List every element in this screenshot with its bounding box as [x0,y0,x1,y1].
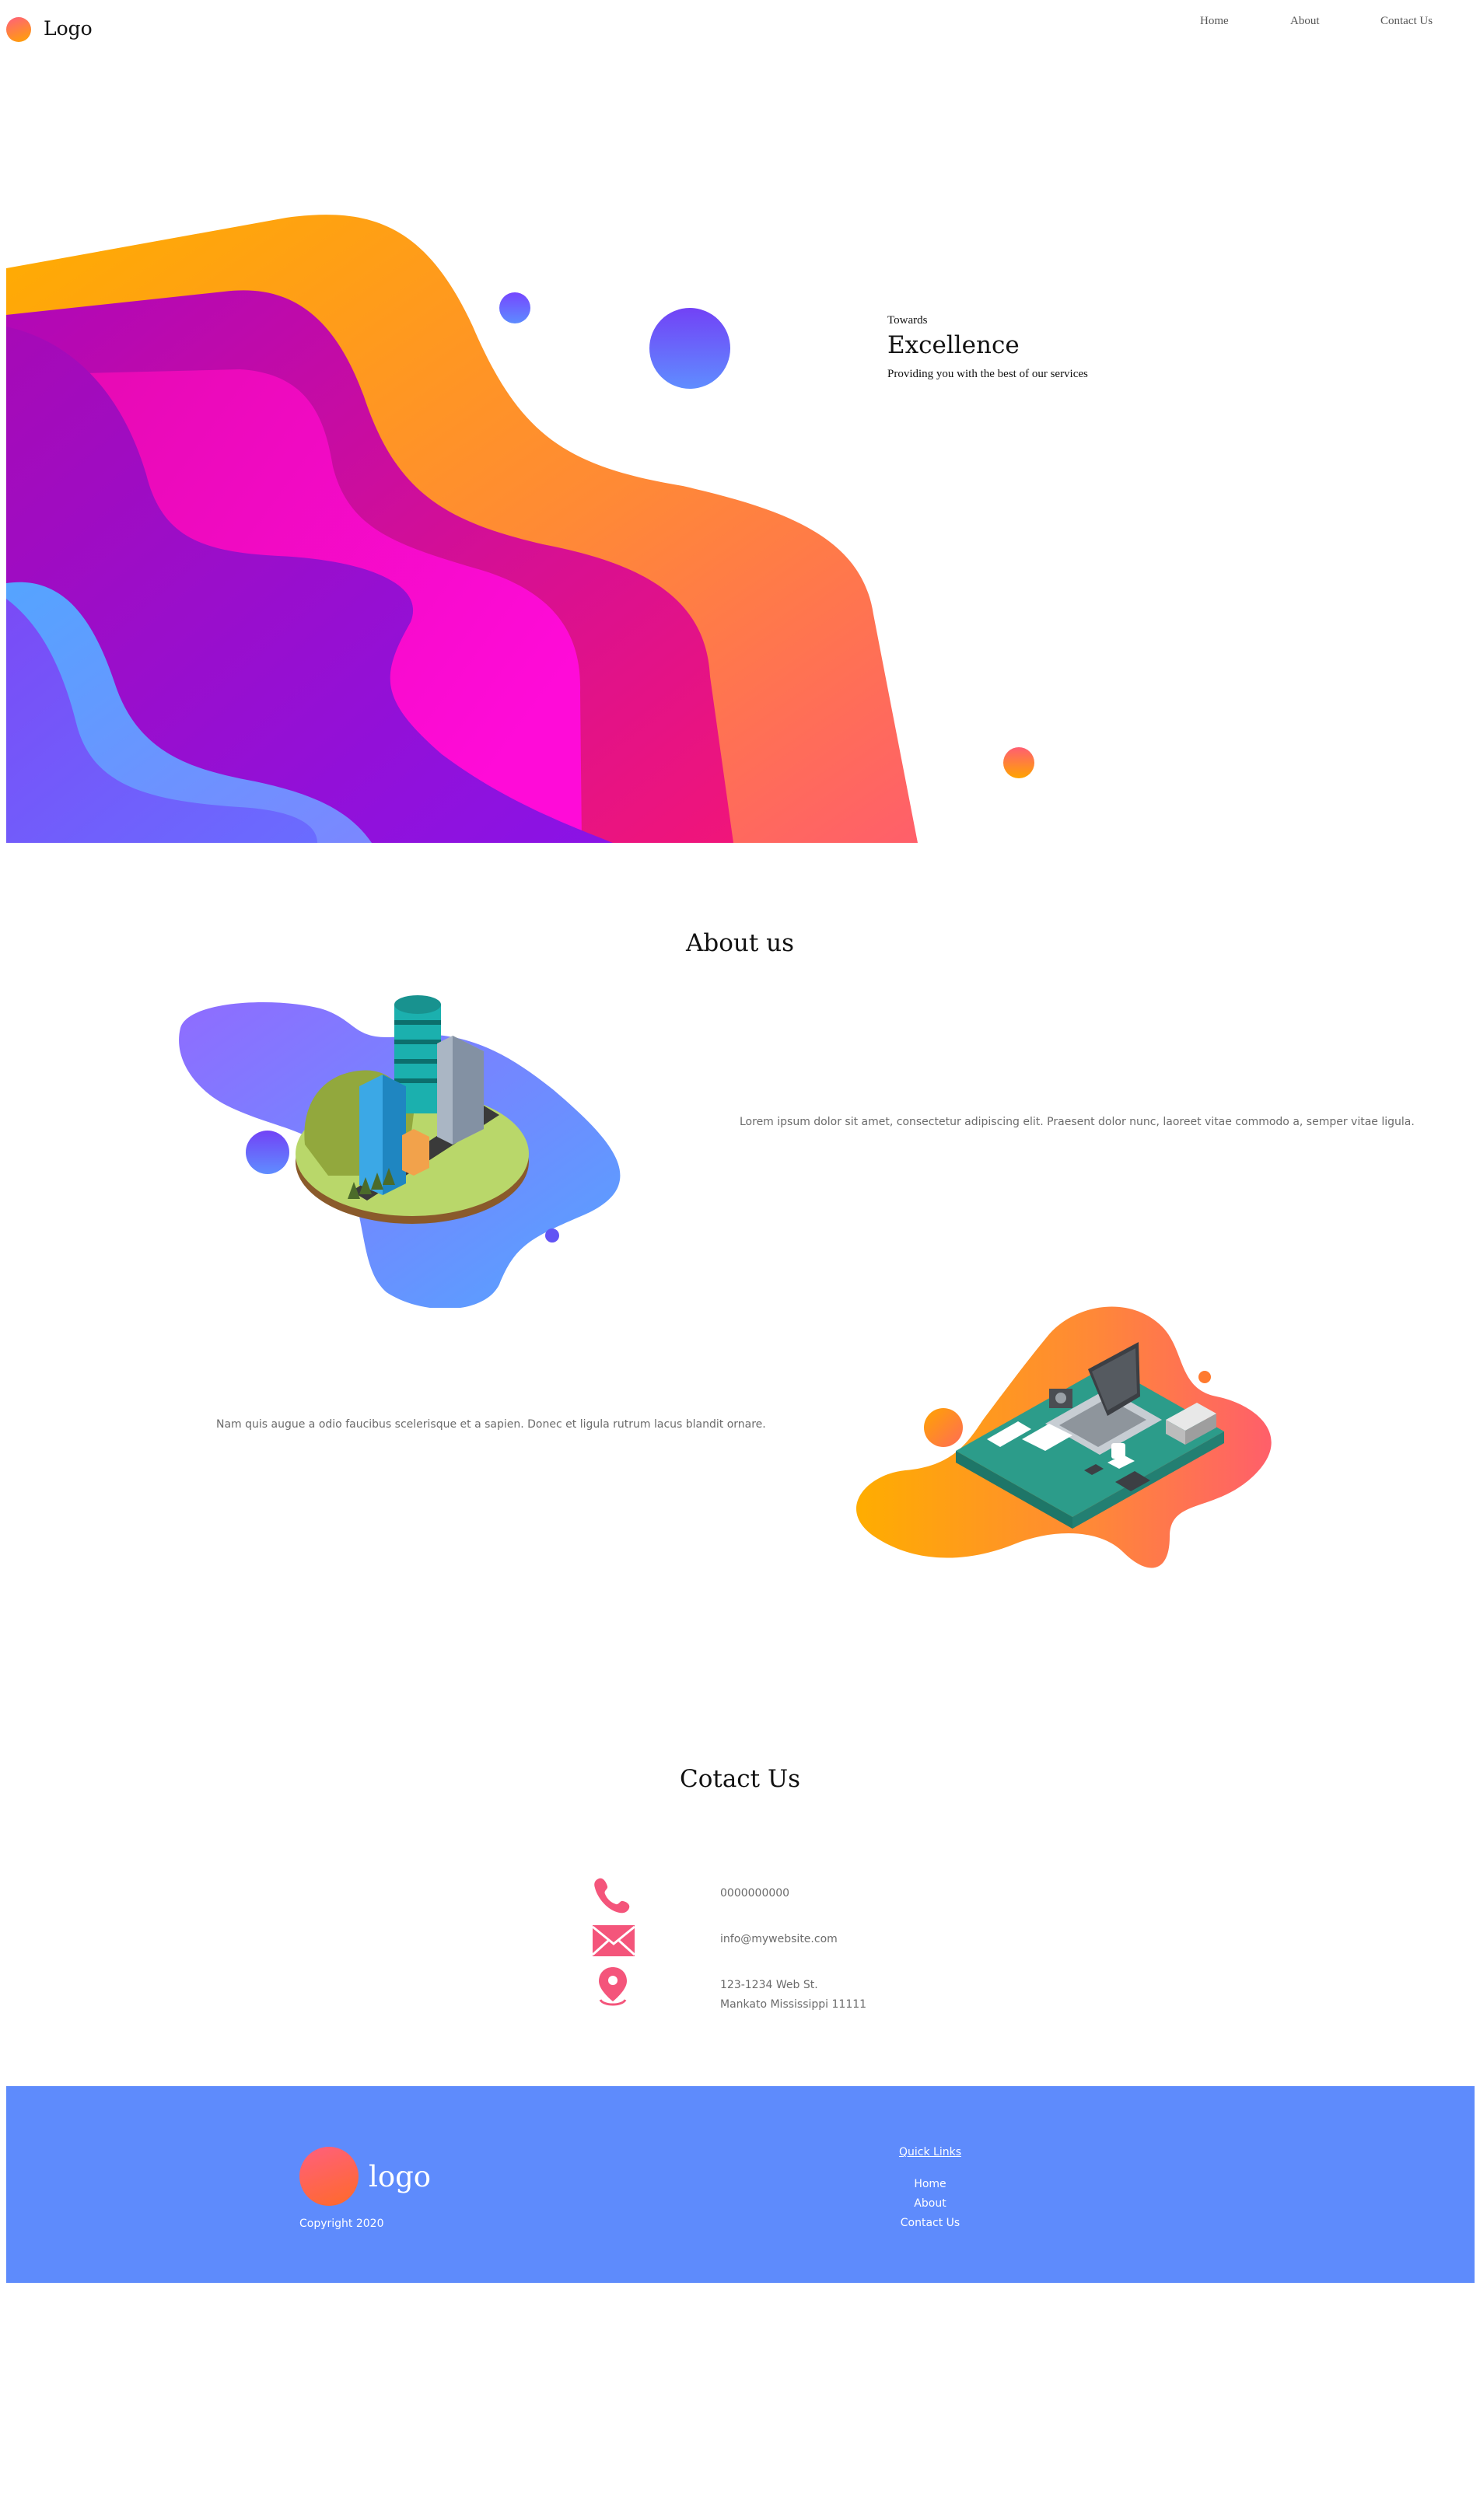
decor-circle-small [499,292,530,323]
hero-title: Excellence [887,331,1020,359]
hero-eyebrow: Towards [887,314,928,327]
contact-title: Cotact Us [679,1765,801,1793]
footer [6,2086,1475,2283]
footer-quick-links-title: Quick Links [898,2146,961,2158]
hero-subtitle: Providing you with the best of our servi… [887,368,1088,380]
contact-address-line-1: 123-1234 Web St. [720,1979,818,1991]
contact-address-line-2: Mankato Mississippi 11111 [720,1998,867,2011]
phone-icon [594,1878,630,1914]
logo-icon[interactable] [6,17,31,42]
footer-copyright: Copyright 2020 [299,2218,384,2230]
footer-link-home[interactable]: Home [871,2178,989,2190]
logo-text[interactable]: Logo [44,17,93,40]
workspace-illustration [856,1306,1272,1568]
about-paragraph-2: Nam quis augue a odio faucibus scelerisq… [216,1418,766,1431]
hero-wave-illustration [6,215,918,843]
mail-icon [593,1925,635,1956]
footer-logo-text[interactable]: logo [369,2160,431,2193]
footer-logo-icon[interactable] [299,2147,359,2206]
about-paragraph-1: Lorem ipsum dolor sit amet, consectetur … [740,1116,1415,1128]
city-illustration [179,995,621,1308]
footer-link-contact[interactable]: Contact Us [871,2217,989,2229]
location-pin-icon [599,1967,627,2006]
contact-email[interactable]: info@mywebsite.com [720,1933,838,1945]
decor-circle-large [649,308,730,389]
contact-phone[interactable]: 0000000000 [720,1887,789,1900]
footer-link-about[interactable]: About [871,2197,989,2210]
about-title: About us [685,929,795,957]
nav-link-home[interactable]: Home [1200,15,1229,28]
nav-link-about[interactable]: About [1290,15,1320,28]
decor-circle-orange [1003,747,1034,778]
nav-link-contact[interactable]: Contact Us [1380,15,1433,28]
